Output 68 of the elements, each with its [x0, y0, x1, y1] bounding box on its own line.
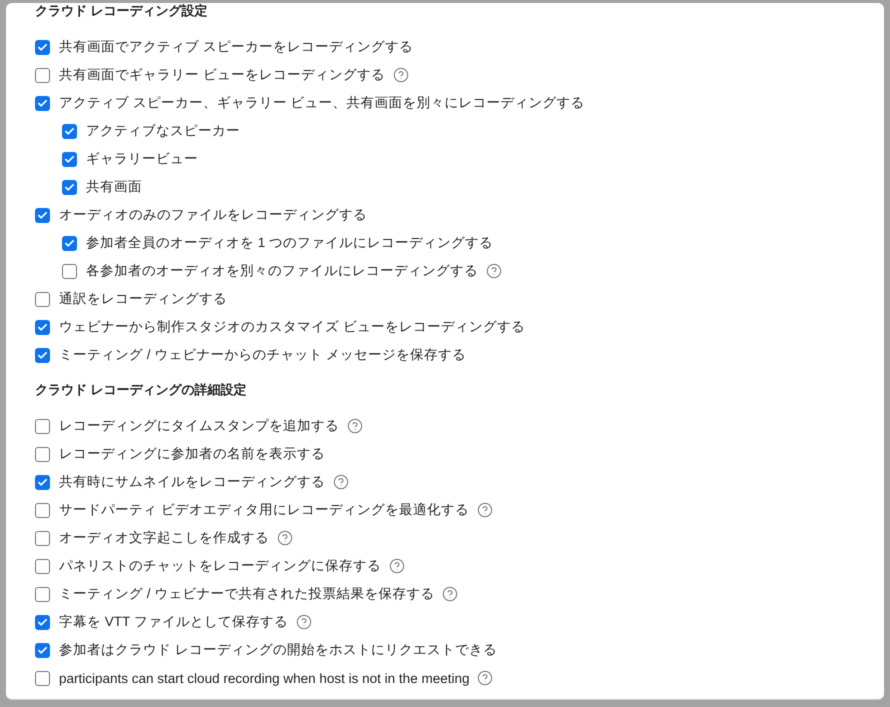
- help-icon[interactable]: [277, 530, 293, 546]
- option-label: 各参加者のオーディオを別々のファイルにレコーディングする: [86, 262, 478, 280]
- checkbox[interactable]: [35, 502, 50, 518]
- option-label: ミーティング / ウェビナーからのチャット メッセージを保存する: [59, 346, 466, 364]
- check-icon: [37, 42, 48, 52]
- option-label: 参加者全員のオーディオを 1 つのファイルにレコーディングする: [86, 234, 494, 252]
- check-icon: [37, 210, 48, 220]
- checkbox[interactable]: [35, 348, 50, 362]
- option-label: サードパーティ ビデオエディタ用にレコーディングを最適化する: [59, 501, 469, 519]
- checkbox[interactable]: [35, 446, 50, 462]
- checkbox[interactable]: [35, 586, 50, 602]
- checkbox[interactable]: [62, 180, 77, 194]
- check-icon: [37, 644, 48, 656]
- checkbox[interactable]: [35, 292, 50, 306]
- checkbox[interactable]: [62, 152, 77, 166]
- help-icon[interactable]: [442, 586, 458, 602]
- option-label: 共有時にサムネイルをレコーディングする: [59, 473, 325, 491]
- option-label: アクティブなスピーカー: [86, 122, 240, 140]
- checkbox[interactable]: [35, 40, 50, 54]
- checkbox[interactable]: [35, 642, 50, 658]
- checkbox[interactable]: [35, 614, 50, 630]
- checkbox[interactable]: [62, 236, 77, 250]
- option-label: レコーディングに参加者の名前を表示する: [59, 445, 325, 463]
- checkbox[interactable]: [62, 124, 77, 138]
- checkbox[interactable]: [35, 320, 50, 334]
- checkbox[interactable]: [35, 68, 50, 82]
- checkbox[interactable]: [35, 670, 50, 686]
- option-label: 共有画面でアクティブ スピーカーをレコーディングする: [59, 38, 413, 56]
- option-label: 参加者はクラウド レコーディングの開始をホストにリクエストできる: [59, 641, 497, 659]
- help-icon[interactable]: [486, 263, 502, 279]
- check-icon: [37, 476, 48, 488]
- check-icon: [37, 98, 48, 108]
- checkbox[interactable]: [35, 474, 50, 490]
- section-title: クラウド レコーディングの詳細設定: [35, 382, 248, 398]
- help-icon[interactable]: [347, 418, 363, 434]
- option-label: アクティブ スピーカー、ギャラリー ビュー、共有画面を別々にレコーディングする: [59, 94, 585, 112]
- option-label: オーディオ文字起こしを作成する: [59, 529, 269, 547]
- option-label: 共有画面でギャラリー ビューをレコーディングする: [59, 66, 385, 84]
- option-label: participants can start cloud recording when host is not in the meeting: [59, 670, 470, 686]
- checkbox[interactable]: [35, 530, 50, 546]
- checkbox[interactable]: [62, 264, 77, 278]
- help-icon[interactable]: [392, 67, 409, 83]
- option-label: ミーティング / ウェビナーで共有された投票結果を保存する: [59, 585, 434, 603]
- option-label: 共有画面: [86, 178, 142, 196]
- section-title: クラウド レコーディング設定: [35, 3, 209, 19]
- option-label: ギャラリービュー: [86, 150, 198, 168]
- help-icon[interactable]: [296, 614, 312, 630]
- option-label: レコーディングにタイムスタンプを追加する: [59, 417, 339, 435]
- checkbox[interactable]: [35, 418, 50, 434]
- check-icon: [64, 238, 75, 248]
- help-icon[interactable]: [476, 502, 493, 518]
- checkbox[interactable]: [35, 208, 50, 222]
- check-icon: [37, 350, 48, 360]
- check-icon: [64, 154, 75, 164]
- option-label: パネリストのチャットをレコーディングに保存する: [59, 557, 381, 575]
- help-icon[interactable]: [333, 474, 349, 490]
- check-icon: [37, 616, 48, 628]
- option-label: 字幕を VTT ファイルとして保存する: [59, 613, 288, 631]
- checkbox[interactable]: [35, 558, 50, 574]
- checkbox[interactable]: [35, 96, 50, 110]
- option-label: ウェビナーから制作スタジオのカスタマイズ ビューをレコーディングする: [59, 318, 525, 336]
- option-label: オーディオのみのファイルをレコーディングする: [59, 206, 367, 224]
- check-icon: [64, 126, 75, 136]
- check-icon: [64, 182, 75, 192]
- option-label: 通訳をレコーディングする: [59, 290, 227, 308]
- check-icon: [37, 322, 48, 332]
- help-icon[interactable]: [389, 558, 405, 574]
- help-icon[interactable]: [477, 670, 494, 686]
